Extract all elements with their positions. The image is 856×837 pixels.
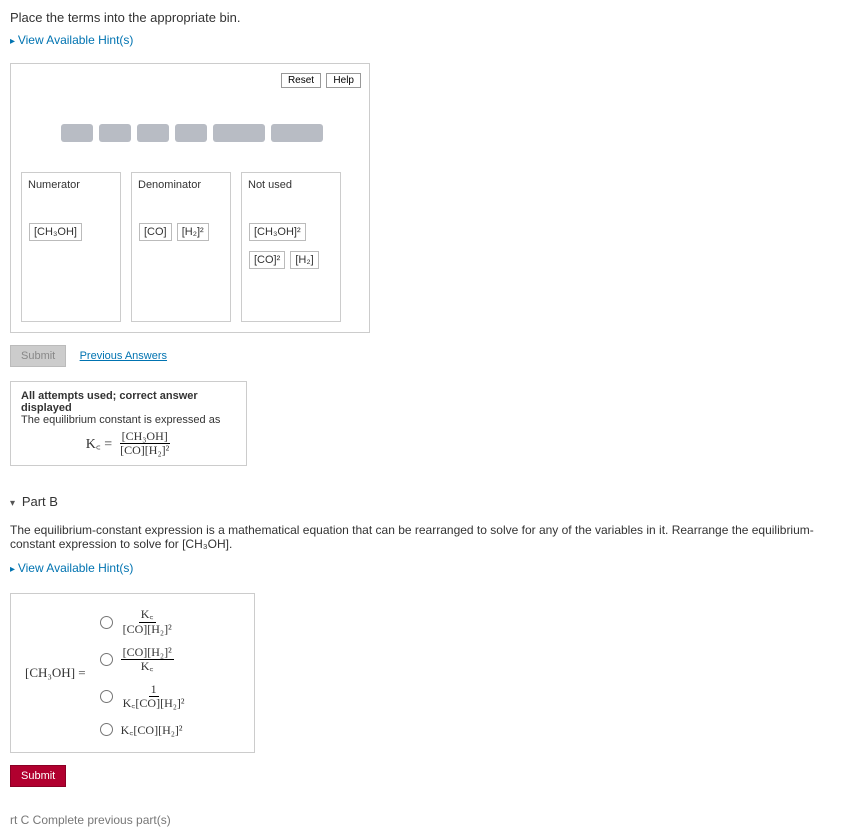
term-co-sq[interactable]: [CO]² [249,251,285,269]
bin-denominator[interactable]: Denominator [CO] [H₂]² [131,172,231,322]
part-b-header[interactable]: Part B [10,494,846,509]
drag-chip[interactable] [175,124,207,142]
term-h2[interactable]: [H₂] [290,251,318,269]
previous-answers-link[interactable]: Previous Answers [80,350,167,362]
bin-numerator[interactable]: Numerator [CH₃OH] [21,172,121,322]
radio-4[interactable] [100,723,113,736]
kc-fraction: [CH₃OH] [CO][H₂]² [118,430,171,457]
bin-title: Not used [248,179,334,191]
feedback-box: All attempts used; correct answer displa… [10,381,247,466]
bin-not-used[interactable]: Not used [CH₃OH]² [CO]² [H₂] [241,172,341,322]
mc-option-1[interactable]: K꜀ [CO][H₂]² [100,608,187,635]
term-ch3oh-sq[interactable]: [CH₃OH]² [249,223,306,241]
part-b-text: The equilibrium-constant expression is a… [10,523,846,551]
radio-3[interactable] [100,690,113,703]
mc-option-2[interactable]: [CO][H₂]² K꜀ [100,646,187,673]
hints-link-b[interactable]: View Available Hint(s) [10,561,133,575]
feedback-text: The equilibrium constant is expressed as [21,414,236,426]
help-button[interactable]: Help [326,73,361,88]
part-a-instruction: Place the terms into the appropriate bin… [10,10,846,25]
feedback-title: All attempts used; correct answer displa… [21,390,236,414]
drag-chip[interactable] [271,124,323,142]
hints-link-a[interactable]: View Available Hint(s) [10,33,133,47]
submit-button-b[interactable]: Submit [10,765,66,787]
radio-1[interactable] [100,616,113,629]
term-ch3oh[interactable]: [CH₃OH] [29,223,82,241]
drag-chip[interactable] [99,124,131,142]
drag-source-area [61,124,359,142]
bin-title: Denominator [138,179,224,191]
drag-drop-panel: Reset Help Numerator [CH₃OH] Denominator… [10,63,370,333]
part-c-row: rt C Complete previous part(s) [10,813,846,827]
term-co[interactable]: [CO] [139,223,172,241]
reset-button[interactable]: Reset [281,73,321,88]
mc-lhs: [CH₃OH] = [25,665,86,681]
drag-chip[interactable] [137,124,169,142]
drag-chip[interactable] [213,124,265,142]
radio-2[interactable] [100,653,113,666]
multiple-choice-panel: [CH₃OH] = K꜀ [CO][H₂]² [CO][H₂]² K꜀ 1 K꜀… [10,593,255,752]
drag-chip[interactable] [61,124,93,142]
submit-button-a: Submit [10,345,66,367]
mc-option-4[interactable]: K꜀[CO][H₂]² [100,721,187,738]
mc-option-3[interactable]: 1 K꜀[CO][H₂]² [100,683,187,710]
bin-title: Numerator [28,179,114,191]
term-h2-sq[interactable]: [H₂]² [177,223,209,241]
kc-label: K꜀ = [86,434,112,453]
